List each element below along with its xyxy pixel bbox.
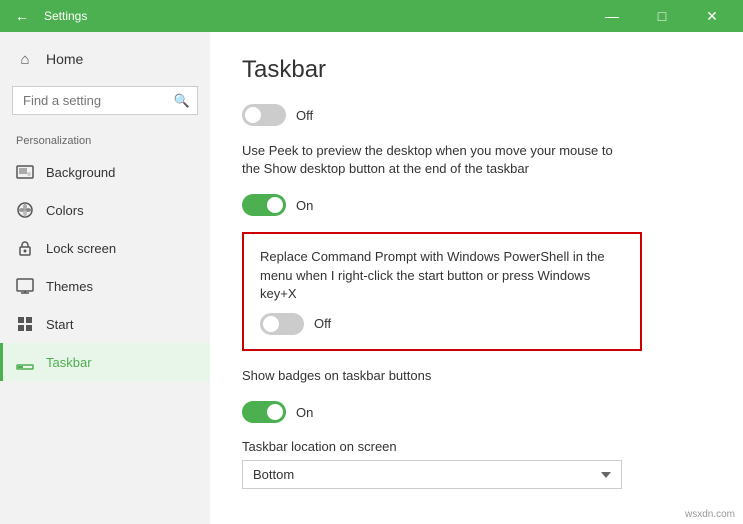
sidebar-item-background[interactable]: Background — [0, 153, 210, 191]
powershell-description: Replace Command Prompt with Windows Powe… — [260, 248, 624, 303]
home-icon: ⌂ — [16, 50, 34, 68]
toggle-knob-peek — [267, 197, 283, 213]
themes-label: Themes — [46, 279, 93, 294]
toggle-switch-peek[interactable] — [242, 194, 286, 216]
sidebar-item-home[interactable]: ⌂ Home — [0, 40, 210, 78]
sidebar-item-colors[interactable]: Colors — [0, 191, 210, 229]
search-container: 🔍 — [12, 86, 198, 115]
minimize-button[interactable]: — — [589, 0, 635, 32]
taskbar-location-select[interactable]: Bottom Top Left Right — [242, 460, 622, 489]
toggle-row-badges: On — [242, 401, 711, 423]
toggle-switch-1[interactable] — [242, 104, 286, 126]
colors-label: Colors — [46, 203, 84, 218]
colors-icon — [16, 201, 34, 219]
start-icon — [16, 315, 34, 333]
app-body: ⌂ Home 🔍 Personalization Background — [0, 32, 743, 524]
lock-icon — [16, 239, 34, 257]
toggle-label-badges: On — [296, 405, 313, 420]
toggle-label-peek: On — [296, 198, 313, 213]
toggle-knob-1 — [245, 107, 261, 123]
background-icon — [16, 163, 34, 181]
taskbar-label: Taskbar — [46, 355, 92, 370]
taskbar-icon — [16, 353, 34, 371]
sidebar-item-lock-screen[interactable]: Lock screen — [0, 229, 210, 267]
badges-description: Show badges on taskbar buttons — [242, 367, 622, 385]
title-bar: ← Settings — □ ✕ — [0, 0, 743, 32]
powershell-highlight-box: Replace Command Prompt with Windows Powe… — [242, 232, 642, 351]
toggle-switch-badges[interactable] — [242, 401, 286, 423]
back-icon: ← — [15, 8, 29, 24]
background-label: Background — [46, 165, 115, 180]
taskbar-location-row: Taskbar location on screen Bottom Top Le… — [242, 439, 711, 489]
sidebar-item-taskbar[interactable]: Taskbar — [0, 343, 210, 381]
sidebar-item-start[interactable]: Start — [0, 305, 210, 343]
content-area: Taskbar Off Use Peek to preview the desk… — [210, 32, 743, 524]
close-button[interactable]: ✕ — [689, 0, 735, 32]
setting-peek: Use Peek to preview the desktop when you… — [242, 142, 711, 178]
toggle-label-powershell: Off — [314, 316, 331, 331]
peek-description: Use Peek to preview the desktop when you… — [242, 142, 622, 178]
search-input[interactable] — [12, 86, 198, 115]
themes-icon — [16, 277, 34, 295]
toggle-row-powershell: Off — [260, 313, 624, 335]
toggle-switch-powershell[interactable] — [260, 313, 304, 335]
maximize-button[interactable]: □ — [639, 0, 685, 32]
sidebar: ⌂ Home 🔍 Personalization Background — [0, 32, 210, 524]
home-label: Home — [46, 51, 83, 67]
window-controls: — □ ✕ — [589, 0, 735, 32]
sidebar-item-themes[interactable]: Themes — [0, 267, 210, 305]
start-label: Start — [46, 317, 73, 332]
section-label: Personalization — [0, 123, 210, 153]
toggle-row-1: Off — [242, 104, 711, 126]
dropdown-label: Taskbar location on screen — [242, 439, 711, 454]
search-icon: 🔍 — [174, 93, 190, 109]
setting-badges: Show badges on taskbar buttons — [242, 367, 711, 385]
lock-screen-label: Lock screen — [46, 241, 116, 256]
window-title: Settings — [44, 9, 589, 23]
toggle-knob-powershell — [263, 316, 279, 332]
toggle-knob-badges — [267, 404, 283, 420]
toggle-label-1: Off — [296, 108, 313, 123]
toggle-row-peek: On — [242, 194, 711, 216]
page-title: Taskbar — [242, 56, 711, 84]
back-button[interactable]: ← — [8, 2, 36, 30]
watermark: wsxdn.com — [685, 509, 735, 520]
